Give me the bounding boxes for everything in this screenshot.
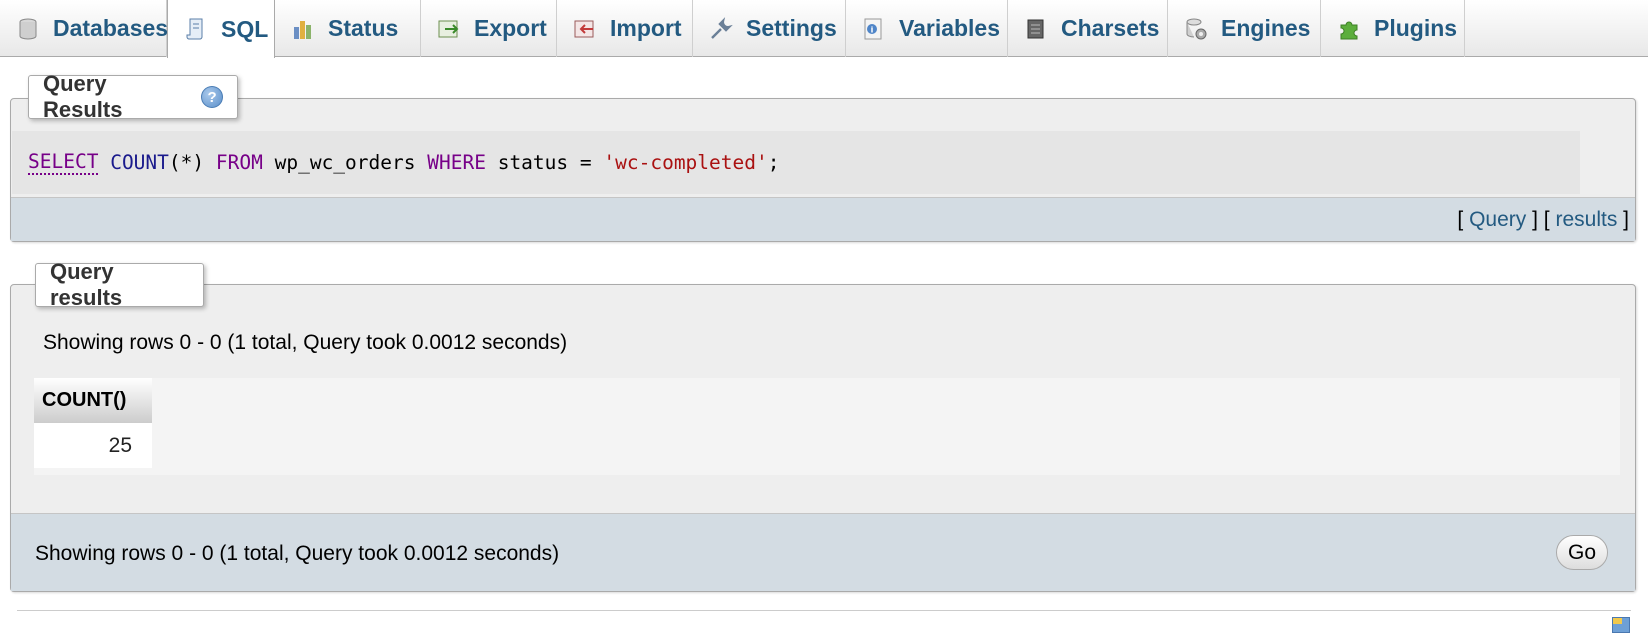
database-icon: [16, 17, 40, 41]
bracket-text: ]: [1617, 208, 1629, 231]
export-icon: [437, 17, 461, 41]
tab-label: Import: [610, 15, 682, 41]
tab-import[interactable]: Import: [557, 0, 693, 57]
query-results-panel: Showing rows 0 - 0 (1 total, Query took …: [10, 284, 1636, 592]
tab-label: Plugins: [1374, 15, 1458, 41]
top-tab-bar: Databases SQL Status Export Import Setti…: [0, 0, 1648, 58]
tab-charsets[interactable]: Charsets: [1008, 0, 1168, 57]
showing-rows-bottom: Showing rows 0 - 0 (1 total, Query took …: [35, 542, 560, 565]
tab-label: Engines: [1221, 15, 1311, 41]
sql-paren: (*): [168, 151, 205, 174]
help-icon[interactable]: ?: [201, 86, 223, 108]
tab-variables[interactable]: i Variables: [846, 0, 1008, 57]
sql-keyword-from: FROM: [215, 151, 263, 174]
variables-icon: i: [862, 17, 886, 41]
tab-label: SQL: [221, 15, 269, 42]
wrench-icon: [709, 16, 733, 41]
table-cell-value[interactable]: 25: [34, 423, 152, 468]
showing-rows-top: Showing rows 0 - 0 (1 total, Query took …: [43, 331, 568, 354]
sql-query-text[interactable]: SELECT COUNT (*) FROM wp_wc_orders WHERE …: [12, 131, 1580, 194]
import-icon: [573, 17, 597, 41]
tab-label: Status: [328, 15, 399, 41]
console-toggle-icon[interactable]: [1612, 617, 1630, 633]
bracket-text: ] [: [1526, 208, 1556, 231]
legend-title: Query results: [50, 259, 123, 310]
puzzle-icon: [1337, 17, 1361, 41]
edit-query-link[interactable]: Query: [1469, 208, 1526, 231]
query-results-table-legend: Query results: [35, 259, 204, 310]
divider-line: [17, 610, 1631, 611]
tab-export[interactable]: Export: [421, 0, 557, 57]
charsets-icon: [1024, 17, 1048, 41]
sql-string-value: 'wc-completed': [603, 151, 768, 174]
sql-scroll-icon: [184, 17, 208, 41]
status-chart-icon: [291, 17, 315, 41]
sql-query-panel: SELECT COUNT (*) FROM wp_wc_orders WHERE …: [10, 98, 1636, 242]
sql-keyword-select[interactable]: SELECT: [28, 150, 99, 175]
tab-plugins[interactable]: Plugins: [1321, 0, 1465, 57]
engines-icon: [1184, 17, 1208, 41]
tab-databases[interactable]: Databases: [0, 0, 169, 57]
bracket-text: [: [1457, 208, 1470, 231]
tab-label: Variables: [899, 15, 1001, 41]
tab-settings[interactable]: Settings: [693, 0, 846, 57]
sql-terminator: ;: [767, 151, 780, 174]
results-panel-footer: Showing rows 0 - 0 (1 total, Query took …: [11, 513, 1635, 591]
tab-label: Databases: [53, 15, 169, 41]
sql-table-name: wp_wc_orders: [274, 151, 416, 174]
go-button[interactable]: Go: [1556, 535, 1608, 570]
tab-sql[interactable]: SQL: [167, 0, 275, 58]
query-links: [ Query ] [ results ]: [1457, 208, 1629, 232]
sql-condition: status =: [497, 151, 592, 174]
results-table-area: COUNT() 25: [34, 378, 1620, 475]
tab-status[interactable]: Status: [275, 0, 421, 57]
legend-title: Query Results: [43, 71, 123, 122]
tab-label: Settings: [746, 15, 837, 41]
tab-label: Charsets: [1061, 15, 1160, 41]
tab-engines[interactable]: Engines: [1168, 0, 1321, 57]
column-header-count[interactable]: COUNT(): [34, 378, 152, 423]
svg-text:i: i: [871, 25, 874, 34]
tab-label: Export: [474, 15, 547, 41]
sql-function-count: COUNT: [110, 151, 169, 174]
sql-panel-footer: [ Query ] [ results ]: [11, 197, 1635, 241]
query-results-legend: Query Results ?: [28, 71, 238, 122]
results-link[interactable]: results: [1555, 208, 1617, 231]
sql-keyword-where: WHERE: [427, 151, 486, 174]
